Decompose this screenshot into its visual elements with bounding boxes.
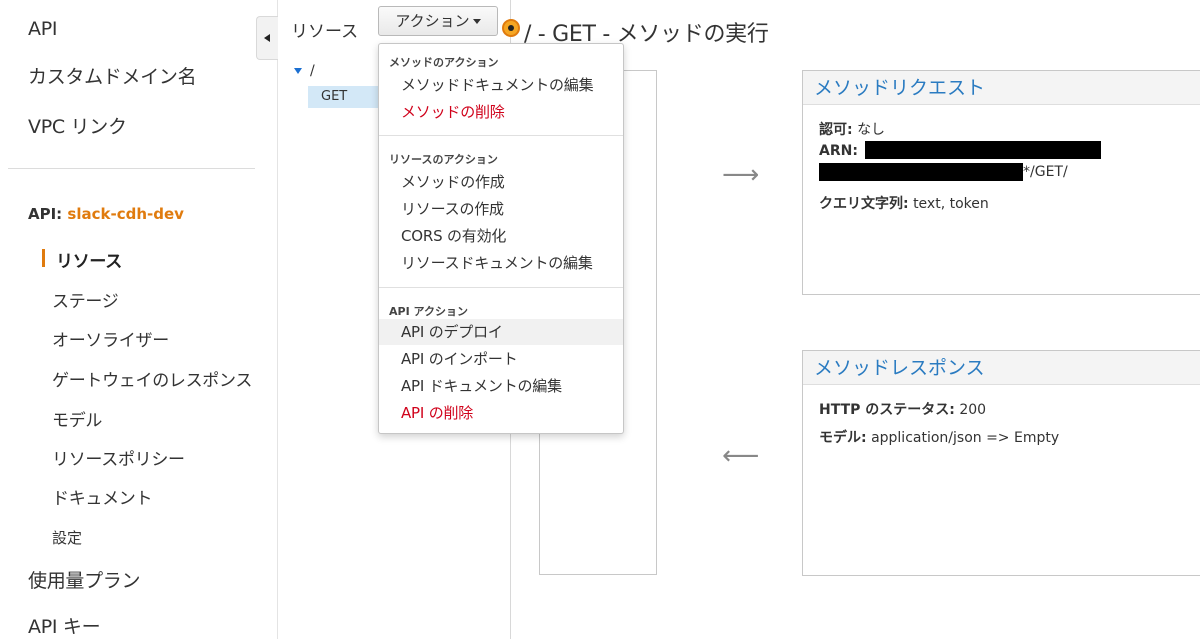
- menu-item-import-api[interactable]: API のインポート: [379, 346, 623, 372]
- sidebar-item-api[interactable]: API: [28, 18, 57, 40]
- query-label: クエリ文字列:: [819, 196, 909, 212]
- menu-item-edit-method-docs[interactable]: メソッドドキュメントの編集: [379, 72, 623, 98]
- dropdown-separator: [379, 135, 623, 136]
- caret-down-icon: [472, 19, 481, 24]
- arn-line: ARN:: [819, 143, 858, 159]
- sidebar: API カスタムドメイン名 VPC リンク API: slack-cdh-dev…: [0, 0, 278, 639]
- method-response-link[interactable]: メソッドレスポンス: [803, 351, 1200, 385]
- dropdown-separator: [379, 287, 623, 288]
- sidebar-api-heading[interactable]: API: slack-cdh-dev: [28, 205, 184, 223]
- dropdown-header-api-actions: API アクション: [389, 305, 468, 318]
- api-prefix: API:: [28, 205, 68, 223]
- model-line: モデル: application/json => Empty: [819, 427, 1059, 447]
- method-status-icon: [502, 19, 520, 37]
- actions-button-label: アクション: [395, 12, 470, 30]
- menu-item-create-method[interactable]: メソッドの作成: [379, 169, 623, 195]
- resources-title: リソース: [291, 22, 359, 42]
- arrow-left-icon: ⟵: [722, 441, 760, 471]
- method-request-card: メソッドリクエスト 認可: なし ARN: */GET/ クエリ文字列: tex…: [802, 70, 1200, 295]
- sidebar-item-vpc-link[interactable]: VPC リンク: [28, 112, 127, 139]
- auth-label: 認可:: [819, 122, 853, 138]
- model-label: モデル:: [819, 430, 867, 446]
- api-name: slack-cdh-dev: [67, 205, 184, 223]
- dropdown-header-method-actions: メソッドのアクション: [389, 56, 499, 69]
- method-request-link[interactable]: メソッドリクエスト: [803, 71, 1200, 105]
- dropdown-header-resource-actions: リソースのアクション: [389, 153, 498, 166]
- arn-suffix: */GET/: [1023, 164, 1068, 180]
- sidebar-item-authorizers[interactable]: オーソライザー: [52, 326, 169, 351]
- sidebar-item-resource-policy[interactable]: リソースポリシー: [52, 445, 185, 470]
- menu-item-delete-method[interactable]: メソッドの削除: [379, 99, 623, 125]
- auth-line: 認可: なし: [819, 119, 885, 139]
- resource-tree-method-get[interactable]: GET: [308, 86, 380, 108]
- sidebar-item-settings[interactable]: 設定: [52, 527, 82, 548]
- menu-item-edit-resource-docs[interactable]: リソースドキュメントの編集: [379, 250, 623, 276]
- actions-button[interactable]: アクション: [378, 6, 498, 36]
- redacted-arn-part2: [819, 163, 1023, 181]
- chevron-left-icon: [264, 34, 270, 42]
- query-line: クエリ文字列: text, token: [819, 193, 989, 213]
- expand-triangle-icon[interactable]: [294, 68, 302, 74]
- method-response-card: メソッドレスポンス HTTP のステータス: 200 モデル: applicat…: [802, 350, 1200, 576]
- status-label: HTTP のステータス:: [819, 402, 955, 418]
- resource-path: /: [310, 63, 315, 79]
- sidebar-item-resources[interactable]: リソース: [56, 247, 122, 272]
- status-value: 200: [959, 402, 987, 418]
- sidebar-item-api-keys[interactable]: API キー: [28, 612, 101, 639]
- arn-label: ARN:: [819, 143, 858, 159]
- menu-item-edit-api-docs[interactable]: API ドキュメントの編集: [379, 373, 623, 399]
- sidebar-divider: [8, 168, 255, 169]
- redacted-arn-part1: [865, 141, 1101, 159]
- menu-item-delete-api[interactable]: API の削除: [379, 400, 623, 426]
- auth-value: なし: [857, 122, 886, 138]
- actions-dropdown-menu: メソッドのアクション メソッドドキュメントの編集 メソッドの削除 リソースのアク…: [378, 43, 624, 434]
- menu-item-enable-cors[interactable]: CORS の有効化: [379, 223, 623, 249]
- sidebar-collapse-button[interactable]: [256, 16, 278, 60]
- query-value: text, token: [913, 196, 989, 212]
- sidebar-item-usage-plans[interactable]: 使用量プラン: [28, 566, 141, 593]
- model-value: application/json => Empty: [871, 430, 1060, 446]
- resource-tree-root[interactable]: /: [294, 63, 315, 79]
- sidebar-item-gateway-responses[interactable]: ゲートウェイのレスポンス: [52, 366, 252, 391]
- active-indicator: [42, 249, 45, 267]
- arrow-right-icon: ⟶: [722, 160, 760, 190]
- menu-item-create-resource[interactable]: リソースの作成: [379, 196, 623, 222]
- sidebar-item-stages[interactable]: ステージ: [52, 287, 119, 312]
- menu-item-deploy-api[interactable]: API のデプロイ: [379, 319, 623, 345]
- sidebar-item-custom-domain[interactable]: カスタムドメイン名: [28, 62, 197, 89]
- sidebar-item-documentation[interactable]: ドキュメント: [52, 484, 153, 509]
- sidebar-item-models[interactable]: モデル: [52, 406, 102, 431]
- status-line: HTTP のステータス: 200: [819, 399, 986, 419]
